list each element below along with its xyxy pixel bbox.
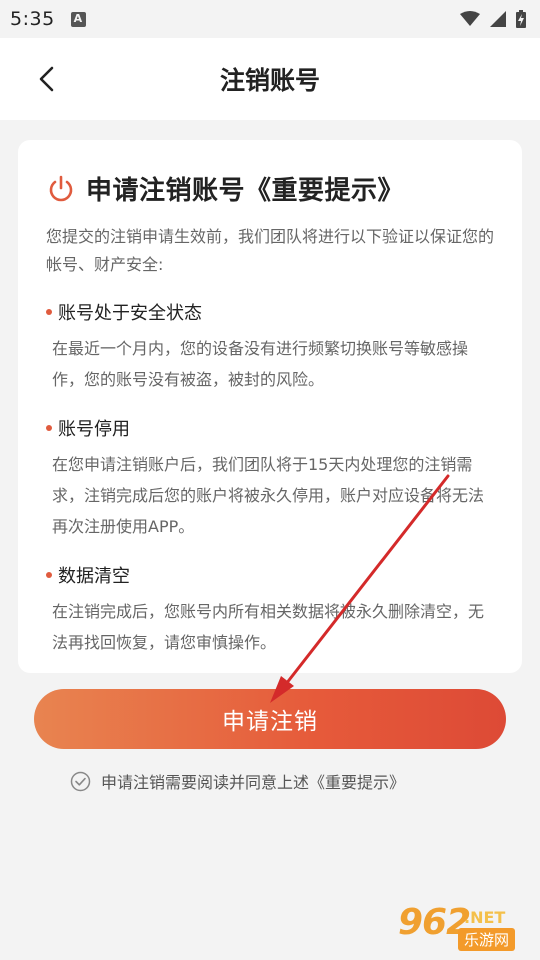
- apply-cancel-account-button[interactable]: 申请注销: [34, 689, 506, 749]
- bullet-dot: [46, 572, 52, 578]
- power-icon: [49, 175, 73, 201]
- site-watermark: 962 .NET 乐游网: [398, 902, 530, 954]
- status-bar: 5:35: [0, 0, 540, 38]
- section-text: 在您申请注销账户后，我们团队将于15天内处理您的注销需求，注销完成后您的账户将被…: [52, 455, 485, 536]
- battery-icon: [516, 10, 526, 28]
- status-icons: [460, 10, 526, 28]
- watermark-site-name: 乐游网: [458, 928, 516, 951]
- bullet-dot: [46, 425, 52, 431]
- section-text: 在最近一个月内，您的设备没有进行频繁切换账号等敏感操作，您的账号没有被盗，被封的…: [52, 339, 469, 389]
- section-title-text: 账号停用: [58, 419, 130, 440]
- check-circle-icon[interactable]: [70, 771, 91, 792]
- notification-a-icon: [70, 11, 86, 27]
- agreement-text: 申请注销需要阅读并同意上述《重要提示》: [101, 773, 406, 792]
- section-title: 账号停用: [46, 415, 500, 441]
- section-title-text: 数据清空: [58, 566, 130, 587]
- back-button[interactable]: [30, 62, 64, 96]
- bullet-dot: [46, 309, 52, 315]
- card-heading: 申请注销账号《重要提示》: [46, 170, 500, 207]
- section-title-text: 账号处于安全状态: [58, 303, 202, 324]
- section-safe-state: 账号处于安全状态 在最近一个月内，您的设备没有进行频繁切换账号等敏感操作，您的账…: [46, 299, 500, 395]
- intro-text: 您提交的注销申请生效前，我们团队将进行以下验证以保证您的帐号、财产安全:: [46, 227, 495, 274]
- watermark-suffix: .NET: [464, 908, 506, 927]
- section-data-clear: 数据清空 在注销完成后，您账号内所有相关数据将被永久删除清空，无法再找回恢复，请…: [46, 562, 500, 658]
- status-time: 5:35: [10, 8, 55, 30]
- section-title: 账号处于安全状态: [46, 299, 500, 325]
- chevron-left-icon: [39, 66, 54, 92]
- app-header: 注销账号: [0, 38, 540, 120]
- agreement-row[interactable]: 申请注销需要阅读并同意上述《重要提示》: [70, 768, 405, 794]
- signal-icon: [490, 11, 506, 27]
- page-title: 注销账号: [219, 66, 320, 95]
- notice-card: 申请注销账号《重要提示》 您提交的注销申请生效前，我们团队将进行以下验证以保证您…: [18, 140, 522, 673]
- card-title: 申请注销账号《重要提示》: [86, 176, 405, 206]
- wifi-icon: [460, 11, 480, 26]
- section-text: 在注销完成后，您账号内所有相关数据将被永久删除清空，无法再找回恢复，请您审慎操作…: [52, 602, 485, 652]
- section-title: 数据清空: [46, 562, 500, 588]
- section-account-disable: 账号停用 在您申请注销账户后，我们团队将于15天内处理您的注销需求，注销完成后您…: [46, 415, 500, 542]
